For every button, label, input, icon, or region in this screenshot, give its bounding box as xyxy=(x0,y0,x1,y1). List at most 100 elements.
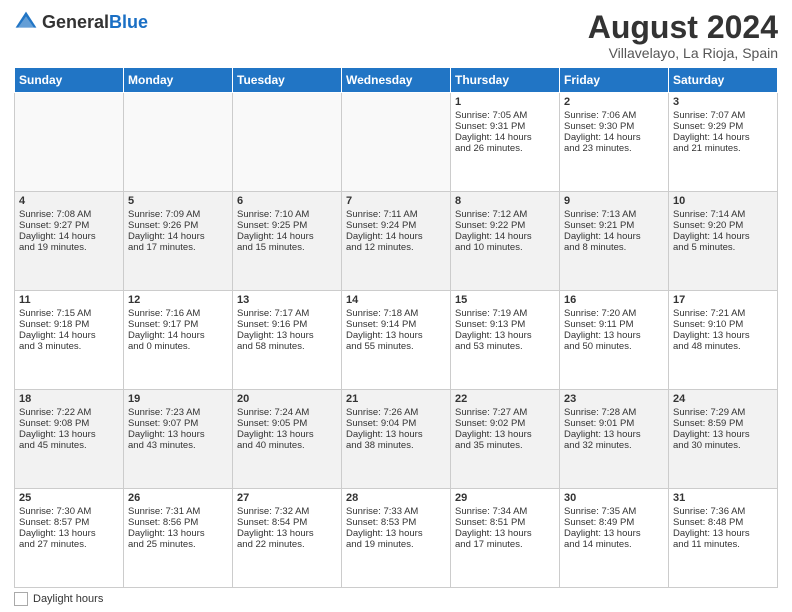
day-info-line: Daylight: 14 hours xyxy=(564,132,664,143)
day-info-line: and 22 minutes. xyxy=(237,539,337,550)
day-info-line: Daylight: 14 hours xyxy=(19,231,119,242)
day-info-line: Sunset: 9:26 PM xyxy=(128,220,228,231)
day-info-line: Daylight: 13 hours xyxy=(564,528,664,539)
calendar-cell: 14Sunrise: 7:18 AMSunset: 9:14 PMDayligh… xyxy=(342,291,451,390)
calendar-cell: 15Sunrise: 7:19 AMSunset: 9:13 PMDayligh… xyxy=(451,291,560,390)
day-number: 28 xyxy=(346,492,446,504)
day-number: 6 xyxy=(237,195,337,207)
header: GeneralBlue August 2024 Villavelayo, La … xyxy=(14,10,778,61)
day-info-line: Sunrise: 7:19 AM xyxy=(455,308,555,319)
day-info-line: and 40 minutes. xyxy=(237,440,337,451)
day-number: 7 xyxy=(346,195,446,207)
day-info-line: Sunrise: 7:23 AM xyxy=(128,407,228,418)
day-number: 31 xyxy=(673,492,773,504)
day-info-line: Sunrise: 7:14 AM xyxy=(673,209,773,220)
day-info-line: Sunset: 9:11 PM xyxy=(564,319,664,330)
day-info-line: and 17 minutes. xyxy=(128,242,228,253)
title-block: August 2024 Villavelayo, La Rioja, Spain xyxy=(588,10,778,61)
day-number: 13 xyxy=(237,294,337,306)
calendar-cell: 1Sunrise: 7:05 AMSunset: 9:31 PMDaylight… xyxy=(451,93,560,192)
day-info-line: Sunrise: 7:20 AM xyxy=(564,308,664,319)
day-info-line: Sunset: 8:49 PM xyxy=(564,517,664,528)
day-info-line: Sunrise: 7:36 AM xyxy=(673,506,773,517)
day-info-line: Sunset: 9:05 PM xyxy=(237,418,337,429)
day-info-line: and 26 minutes. xyxy=(455,143,555,154)
day-info-line: and 3 minutes. xyxy=(19,341,119,352)
day-number: 18 xyxy=(19,393,119,405)
daylight-label: Daylight hours xyxy=(33,593,103,605)
day-info-line: Daylight: 14 hours xyxy=(128,231,228,242)
day-info-line: Sunset: 9:20 PM xyxy=(673,220,773,231)
day-number: 20 xyxy=(237,393,337,405)
day-info-line: Sunset: 9:14 PM xyxy=(346,319,446,330)
day-info-line: Sunrise: 7:07 AM xyxy=(673,110,773,121)
day-info-line: Daylight: 13 hours xyxy=(346,429,446,440)
day-info-line: Sunrise: 7:30 AM xyxy=(19,506,119,517)
day-info-line: and 5 minutes. xyxy=(673,242,773,253)
calendar-cell: 7Sunrise: 7:11 AMSunset: 9:24 PMDaylight… xyxy=(342,192,451,291)
day-info-line: and 11 minutes. xyxy=(673,539,773,550)
day-info-line: and 45 minutes. xyxy=(19,440,119,451)
day-info-line: Sunset: 9:22 PM xyxy=(455,220,555,231)
weekday-header-saturday: Saturday xyxy=(669,68,778,93)
calendar-cell: 23Sunrise: 7:28 AMSunset: 9:01 PMDayligh… xyxy=(560,390,669,489)
calendar-cell: 3Sunrise: 7:07 AMSunset: 9:29 PMDaylight… xyxy=(669,93,778,192)
day-number: 16 xyxy=(564,294,664,306)
day-info-line: Sunrise: 7:10 AM xyxy=(237,209,337,220)
calendar-cell: 20Sunrise: 7:24 AMSunset: 9:05 PMDayligh… xyxy=(233,390,342,489)
day-info-line: Sunset: 9:04 PM xyxy=(346,418,446,429)
day-number: 11 xyxy=(19,294,119,306)
day-info-line: Sunset: 9:24 PM xyxy=(346,220,446,231)
day-number: 15 xyxy=(455,294,555,306)
day-info-line: Sunrise: 7:12 AM xyxy=(455,209,555,220)
calendar-cell: 25Sunrise: 7:30 AMSunset: 8:57 PMDayligh… xyxy=(15,489,124,588)
day-info-line: Sunrise: 7:26 AM xyxy=(346,407,446,418)
day-info-line: and 12 minutes. xyxy=(346,242,446,253)
calendar-week-row: 11Sunrise: 7:15 AMSunset: 9:18 PMDayligh… xyxy=(15,291,778,390)
calendar-week-row: 25Sunrise: 7:30 AMSunset: 8:57 PMDayligh… xyxy=(15,489,778,588)
calendar-cell: 16 Sunrise: 7:20 AMSunset: 9:11 PMDayligh… xyxy=(560,291,669,390)
day-info-line: Sunset: 8:54 PM xyxy=(237,517,337,528)
day-info-line: Sunset: 9:27 PM xyxy=(19,220,119,231)
day-number: 25 xyxy=(19,492,119,504)
calendar-cell: 6Sunrise: 7:10 AMSunset: 9:25 PMDaylight… xyxy=(233,192,342,291)
calendar-cell: 5Sunrise: 7:09 AMSunset: 9:26 PMDaylight… xyxy=(124,192,233,291)
day-number: 21 xyxy=(346,393,446,405)
day-info-line: and 43 minutes. xyxy=(128,440,228,451)
day-info-line: Daylight: 14 hours xyxy=(673,231,773,242)
day-number: 12 xyxy=(128,294,228,306)
calendar-cell: 19Sunrise: 7:23 AMSunset: 9:07 PMDayligh… xyxy=(124,390,233,489)
day-info-line: Sunrise: 7:21 AM xyxy=(673,308,773,319)
day-info-line: Sunrise: 7:33 AM xyxy=(346,506,446,517)
day-info-line: Sunrise: 7:35 AM xyxy=(564,506,664,517)
day-info-line: Daylight: 13 hours xyxy=(564,330,664,341)
calendar-cell: 31Sunrise: 7:36 AMSunset: 8:48 PMDayligh… xyxy=(669,489,778,588)
calendar-table: SundayMondayTuesdayWednesdayThursdayFrid… xyxy=(14,67,778,588)
day-number: 26 xyxy=(128,492,228,504)
day-info-line: and 50 minutes. xyxy=(564,341,664,352)
day-info-line: and 53 minutes. xyxy=(455,341,555,352)
calendar-week-row: 18Sunrise: 7:22 AMSunset: 9:08 PMDayligh… xyxy=(15,390,778,489)
day-info-line: Daylight: 14 hours xyxy=(237,231,337,242)
day-info-line: Sunset: 8:51 PM xyxy=(455,517,555,528)
logo: GeneralBlue xyxy=(14,10,148,34)
day-info-line: and 27 minutes. xyxy=(19,539,119,550)
day-info-line: and 32 minutes. xyxy=(564,440,664,451)
day-info-line: and 38 minutes. xyxy=(346,440,446,451)
day-number: 27 xyxy=(237,492,337,504)
day-number: 30 xyxy=(564,492,664,504)
weekday-header-row: SundayMondayTuesdayWednesdayThursdayFrid… xyxy=(15,68,778,93)
day-info-line: Daylight: 13 hours xyxy=(19,429,119,440)
day-info-line: Daylight: 13 hours xyxy=(455,429,555,440)
day-info-line: Sunrise: 7:18 AM xyxy=(346,308,446,319)
page: GeneralBlue August 2024 Villavelayo, La … xyxy=(0,0,792,612)
day-info-line: Daylight: 13 hours xyxy=(128,528,228,539)
day-info-line: and 8 minutes. xyxy=(564,242,664,253)
day-info-line: and 17 minutes. xyxy=(455,539,555,550)
day-number: 8 xyxy=(455,195,555,207)
calendar-week-row: 4Sunrise: 7:08 AMSunset: 9:27 PMDaylight… xyxy=(15,192,778,291)
calendar-cell: 2Sunrise: 7:06 AMSunset: 9:30 PMDaylight… xyxy=(560,93,669,192)
calendar-cell xyxy=(233,93,342,192)
subtitle: Villavelayo, La Rioja, Spain xyxy=(588,45,778,61)
day-info-line: and 58 minutes. xyxy=(237,341,337,352)
